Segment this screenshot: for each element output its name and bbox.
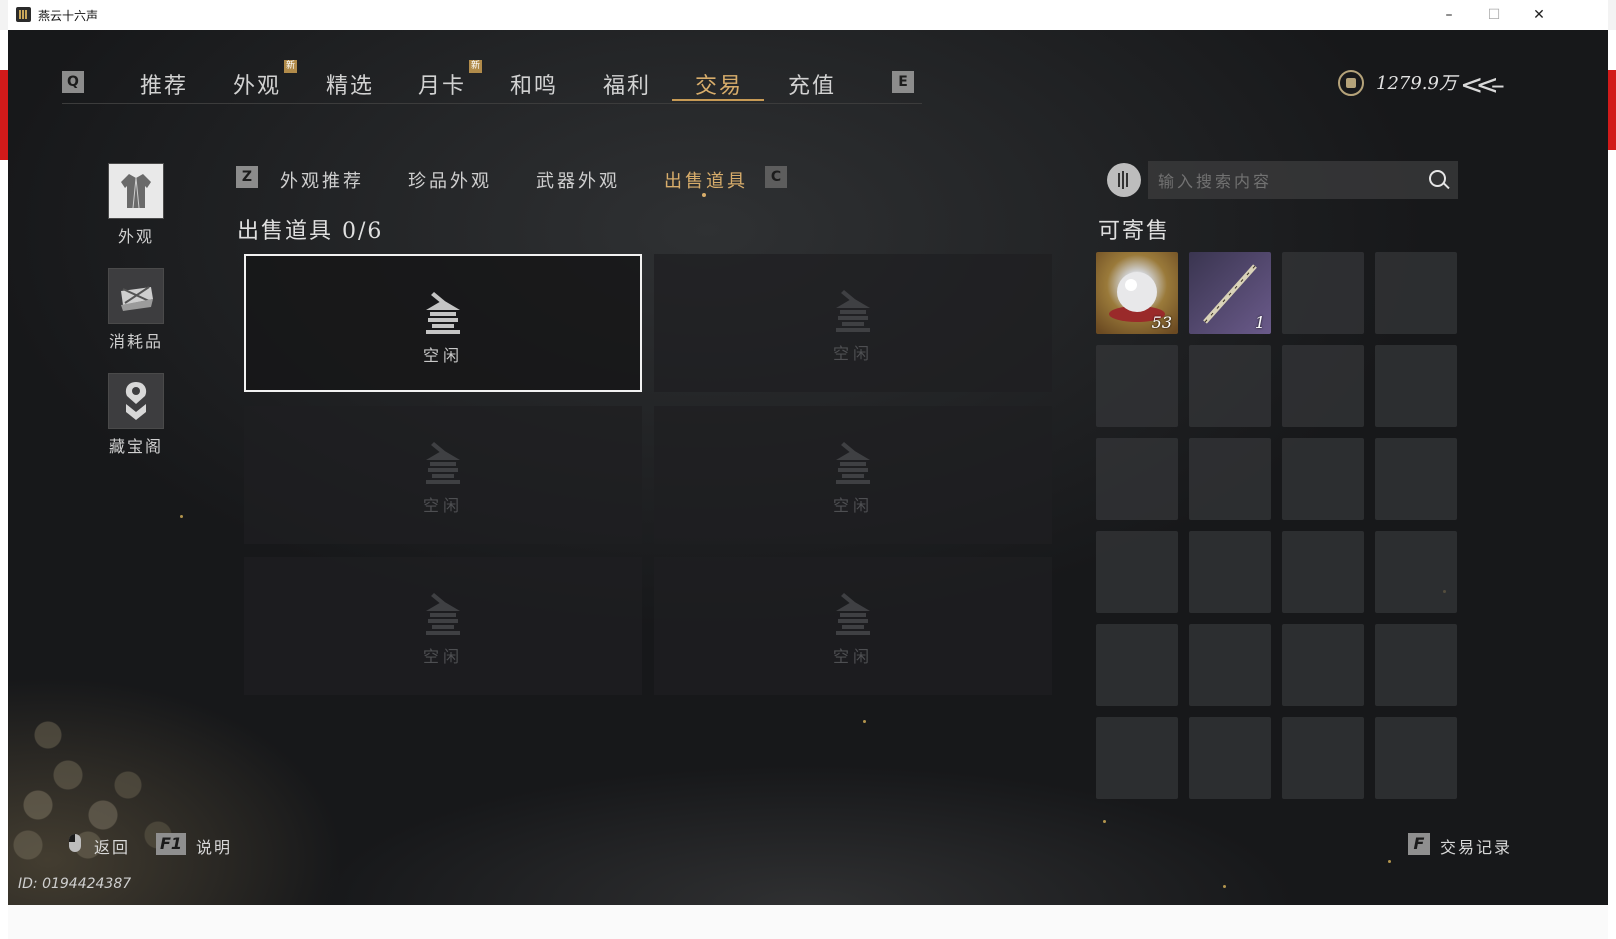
inventory-slot-empty[interactable] [1375, 624, 1457, 706]
subtab-appearance-recommend[interactable]: 外观推荐 [280, 167, 364, 193]
sale-slot[interactable]: 空闲 [244, 557, 642, 695]
active-tab-underline [672, 99, 764, 101]
sale-slot[interactable]: 空闲 [244, 254, 642, 392]
inventory-slot-empty[interactable] [1282, 252, 1364, 334]
desktop-edge-left [0, 30, 8, 939]
inventory-slot-empty[interactable] [1282, 345, 1364, 427]
outfit-icon [108, 163, 164, 219]
inventory-item-flute[interactable]: 1 [1189, 252, 1271, 334]
tab-featured[interactable]: 精选 [326, 68, 374, 100]
inventory-slot-empty[interactable] [1282, 717, 1364, 799]
sale-slot[interactable]: 空闲 [654, 406, 1052, 544]
consign-title: 可寄售 [1098, 219, 1171, 244]
sale-slot[interactable]: 空闲 [654, 557, 1052, 695]
back-button[interactable]: 返回 [94, 834, 130, 858]
coin-pile-decoration [8, 605, 238, 865]
pavilion-icon [426, 593, 460, 635]
sale-slot[interactable]: 空闲 [244, 406, 642, 544]
inventory-slot-empty[interactable] [1096, 438, 1178, 520]
sidebar-item-consumables[interactable]: 消耗品 [108, 268, 164, 352]
inventory-slot-empty[interactable] [1189, 531, 1271, 613]
desktop-edge-right [1608, 30, 1616, 939]
pavilion-icon [426, 442, 460, 484]
tab-harmony[interactable]: 和鸣 [510, 68, 558, 100]
inventory-slot-empty[interactable] [1282, 624, 1364, 706]
nav-next-key[interactable]: E [892, 71, 914, 93]
subtab-sell-items[interactable]: 出售道具 [664, 167, 748, 193]
sale-slot[interactable]: 空闲 [654, 254, 1052, 392]
pavilion-icon [836, 442, 870, 484]
inventory-slot-empty[interactable] [1189, 438, 1271, 520]
game-viewport: Q 推荐 外观新 精选 月卡新 和鸣 福利 交易 充值 E 1279.9万 <<… [8, 30, 1608, 905]
pavilion-icon [836, 593, 870, 635]
trade-record-button[interactable]: 交易记录 [1440, 834, 1512, 858]
tab-monthly-card[interactable]: 月卡新 [418, 60, 483, 100]
inventory-slot-empty[interactable] [1189, 345, 1271, 427]
currency-value: 1279.9万 [1376, 73, 1457, 94]
subtab-weapon-appearance[interactable]: 武器外观 [536, 167, 620, 193]
inventory-slot-empty[interactable] [1282, 438, 1364, 520]
inventory-slot-empty[interactable] [1375, 252, 1457, 334]
help-key[interactable]: F1 [156, 833, 186, 855]
subtab-prev-key[interactable]: Z [236, 166, 258, 188]
inventory-item-pearl[interactable]: 53 [1096, 252, 1178, 334]
tab-trade[interactable]: 交易 [695, 68, 743, 100]
subtab-next-key[interactable]: C [765, 166, 787, 188]
maximize-button[interactable]: ☐ [1471, 0, 1517, 30]
voice-input-icon[interactable] [1107, 163, 1141, 197]
coin-icon [1338, 70, 1364, 96]
back-arrow-icon[interactable]: <<– [1460, 68, 1505, 101]
trade-record-key[interactable]: F [1408, 833, 1430, 855]
inventory-slot-empty[interactable] [1096, 345, 1178, 427]
window-titlebar: 燕云十六声 – ☐ ✕ [8, 0, 1608, 31]
window-title: 燕云十六声 [38, 9, 99, 23]
search-icon[interactable] [1429, 170, 1446, 187]
inventory-slot-empty[interactable] [1096, 717, 1178, 799]
inventory-slot-empty[interactable] [1096, 624, 1178, 706]
sidebar-item-appearance[interactable]: 外观 [108, 163, 164, 247]
inventory-slot-empty[interactable] [1375, 345, 1457, 427]
pavilion-icon [836, 290, 870, 332]
nav-divider [62, 103, 922, 104]
inventory-slot-empty[interactable] [1096, 531, 1178, 613]
mouse-icon [69, 834, 81, 852]
tab-welfare[interactable]: 福利 [603, 68, 651, 100]
minimize-button[interactable]: – [1426, 0, 1472, 30]
new-badge: 新 [469, 60, 483, 73]
subtab-rare-appearance[interactable]: 珍品外观 [408, 167, 492, 193]
player-id: ID: 0194424387 [18, 876, 132, 892]
inventory-slot-empty[interactable] [1189, 624, 1271, 706]
search-box [1148, 161, 1458, 199]
inventory-slot-empty[interactable] [1375, 717, 1457, 799]
pavilion-icon [426, 292, 460, 334]
app-icon [16, 7, 31, 22]
sell-section-title: 出售道具 0/6 [237, 219, 384, 244]
treasure-pavilion-icon [108, 373, 164, 429]
help-button[interactable]: 说明 [196, 834, 232, 858]
tab-appearance[interactable]: 外观新 [233, 60, 298, 100]
nav-prev-key[interactable]: Q [62, 71, 84, 93]
tab-recharge[interactable]: 充值 [788, 68, 836, 100]
sidebar-item-treasure-pavilion[interactable]: 藏宝阁 [108, 373, 164, 457]
close-button[interactable]: ✕ [1516, 0, 1562, 30]
new-badge: 新 [284, 60, 298, 73]
desktop-bottom-strip [8, 905, 1608, 939]
tab-recommend[interactable]: 推荐 [140, 68, 188, 100]
search-input[interactable] [1156, 168, 1410, 194]
consumable-icon [108, 268, 164, 324]
inventory-slot-empty[interactable] [1282, 531, 1364, 613]
inventory-slot-empty[interactable] [1375, 438, 1457, 520]
inventory-slot-empty[interactable] [1375, 531, 1457, 613]
active-subtab-dot [702, 193, 706, 197]
inventory-slot-empty[interactable] [1189, 717, 1271, 799]
